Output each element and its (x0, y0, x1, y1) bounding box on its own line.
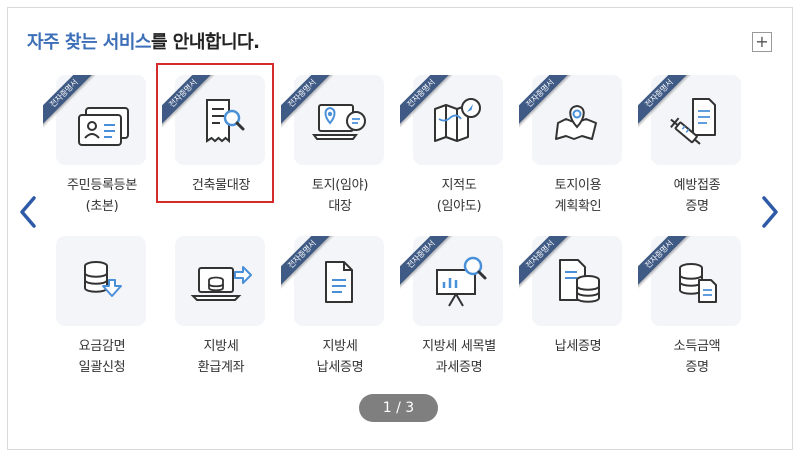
service-label-line2: 증명 (685, 199, 709, 214)
service-label-line2: 대장 (328, 199, 352, 214)
service-label: 지적도 (441, 178, 477, 193)
service-label-line2: 증명 (685, 360, 709, 375)
e-certificate-ribbon: 전자증명서 (281, 236, 335, 290)
next-arrow-icon[interactable] (759, 195, 781, 229)
service-label-line2: 환급계좌 (197, 360, 245, 375)
service-label: 토지(임야) (311, 178, 369, 193)
e-certificate-ribbon: 전자증명서 (519, 75, 573, 129)
service-icon-box (175, 236, 265, 326)
service-label-line2: 계획확인 (554, 199, 602, 214)
prev-arrow-icon[interactable] (17, 195, 39, 229)
e-certificate-ribbon: 전자증명서 (519, 236, 573, 290)
service-label-line2: 일괄신청 (78, 360, 126, 375)
monitor-coins-icon (190, 266, 252, 301)
service-label: 요금감면 (78, 339, 126, 354)
service-label: 지방세 (322, 339, 358, 354)
e-certificate-ribbon: 전자증명서 (638, 75, 692, 129)
section-title: 자주 찾는 서비스를 안내합니다. (27, 28, 260, 54)
e-certificate-ribbon: 전자증명서 (638, 236, 692, 290)
section-title-rest: 를 안내합니다. (150, 32, 260, 53)
service-label-line2: (임야도) (436, 199, 482, 214)
service-label: 지방세 세목별 (422, 339, 496, 354)
service-label: 주민등록등본 (67, 178, 137, 193)
e-certificate-ribbon: 전자증명서 (400, 75, 454, 129)
e-certificate-ribbon: 전자증명서 (43, 75, 97, 129)
frequent-services-panel (7, 7, 793, 450)
service-label: 예방접종 (673, 178, 721, 193)
more-button[interactable]: + (752, 32, 772, 52)
selected-highlight (156, 63, 274, 203)
service-label: 토지이용 (554, 178, 602, 193)
service-label: 지방세 (203, 339, 239, 354)
e-certificate-ribbon: 전자증명서 (400, 236, 454, 290)
pagination-indicator: 1 / 3 (359, 394, 438, 422)
e-certificate-ribbon: 전자증명서 (281, 75, 335, 129)
service-icon-box (56, 236, 146, 326)
database-download-icon (84, 261, 122, 297)
service-label: 소득금액 (673, 339, 721, 354)
service-label: 납세증명 (554, 339, 602, 354)
service-label-line2: 납세증명 (316, 360, 364, 375)
service-label-line2: 과세증명 (435, 360, 483, 375)
section-title-accent: 자주 찾는 서비스 (27, 32, 151, 53)
service-label-line2: (초본) (85, 199, 119, 214)
